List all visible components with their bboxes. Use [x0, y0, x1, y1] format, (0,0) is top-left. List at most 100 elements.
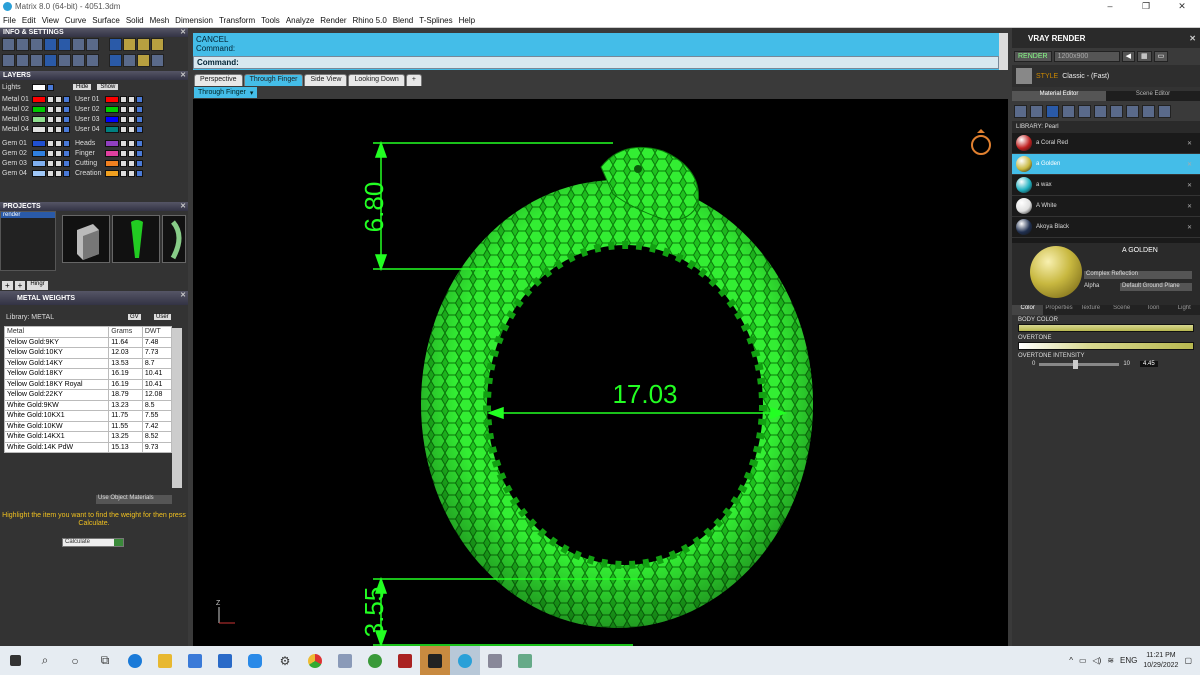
layer-color-swatch[interactable] [32, 105, 46, 113]
table-row[interactable]: Yellow Gold:18KY 16.19 10.41 [3, 368, 173, 380]
filter-tool-icon[interactable] [58, 54, 71, 67]
tab-color[interactable]: Color [1012, 305, 1044, 315]
layer-row[interactable]: Metal 04 [2, 124, 71, 134]
layer-row[interactable]: Gem 04 [2, 168, 71, 178]
menu-mesh[interactable]: Mesh [150, 16, 170, 25]
car-tool-icon[interactable] [30, 38, 43, 51]
layer-row[interactable]: User 02 [75, 104, 144, 114]
layer-visible-toggle[interactable] [128, 95, 135, 103]
material-tool-9-icon[interactable] [1142, 104, 1155, 118]
cube-tool-icon[interactable] [44, 38, 57, 51]
app-4-icon[interactable] [420, 646, 450, 675]
layer-color-swatch[interactable] [105, 169, 119, 177]
layer-visible-toggle[interactable] [55, 139, 62, 147]
table-row[interactable]: Yellow Gold:18KY Royal 16.19 10.41 [3, 378, 173, 390]
project-thumb-3[interactable] [162, 215, 186, 263]
lights-toggle[interactable] [47, 83, 54, 91]
layer-row[interactable]: Metal 03 [2, 114, 71, 124]
material-tool-6-icon[interactable] [1094, 104, 1107, 118]
maximize-button[interactable]: ❐ [1128, 1, 1164, 12]
material-tool-5-icon[interactable] [1078, 104, 1091, 118]
menu-render[interactable]: Render [320, 16, 346, 25]
material-item[interactable]: Akoya Black ✕ [1012, 217, 1200, 238]
material-item[interactable]: a Coral Red ✕ [1012, 133, 1200, 154]
grid-icon[interactable]: ▦ [1136, 51, 1152, 62]
command-input[interactable]: Command: [193, 56, 999, 69]
layer-select-toggle[interactable] [136, 95, 143, 103]
intensity-value[interactable]: 4.45 [1140, 361, 1158, 367]
layer-visible-toggle[interactable] [55, 149, 62, 157]
app-6-icon[interactable] [510, 646, 540, 675]
layer-select-toggle[interactable] [136, 115, 143, 123]
close-button[interactable]: ✕ [1164, 1, 1200, 12]
menu-file[interactable]: File [3, 16, 16, 25]
project-thumb-2[interactable] [112, 215, 160, 263]
layer-lock-toggle[interactable] [120, 95, 127, 103]
layer-visible-toggle[interactable] [55, 115, 62, 123]
layer-lock-toggle[interactable] [47, 105, 54, 113]
menu-edit[interactable]: Edit [22, 16, 36, 25]
minimize-button[interactable]: – [1092, 1, 1128, 12]
table-row[interactable]: White Gold:9KW 13.23 8.5 [3, 399, 173, 411]
layer-visible-toggle[interactable] [128, 115, 135, 123]
clock[interactable]: 11:21 PM 10/29/2022 [1143, 651, 1178, 671]
viewport-label[interactable]: Through Finger ▾ [194, 87, 258, 98]
layer-row[interactable]: Creation [75, 168, 144, 178]
chevron-down-icon[interactable]: ▾ [250, 89, 254, 97]
ground-plane-dropdown[interactable]: Default Ground Plane [1120, 283, 1192, 291]
viewport-3d[interactable]: 6.80 17.03 3.55 Z [193, 99, 1008, 648]
layer-select-toggle[interactable] [63, 105, 70, 113]
material-item[interactable]: a Golden ✕ [1012, 154, 1200, 175]
star-tool-icon[interactable] [123, 54, 136, 67]
tab-texture[interactable]: Texture [1075, 305, 1106, 315]
table-row[interactable]: White Gold:14KX1 13.25 8.52 [3, 431, 173, 443]
table-row[interactable]: Yellow Gold:22KY 18.79 12.08 [3, 389, 173, 401]
tab-properties[interactable]: Properties [1043, 305, 1074, 315]
search-icon[interactable]: ⌕ [30, 646, 60, 675]
layer-select-toggle[interactable] [136, 159, 143, 167]
remove-material-icon[interactable]: ✕ [1187, 224, 1192, 231]
mesh-tool-icon[interactable] [44, 54, 57, 67]
table-scrollbar[interactable] [172, 328, 182, 488]
ring-view-icon[interactable] [971, 129, 991, 155]
remove-material-icon[interactable]: ✕ [1187, 140, 1192, 147]
layer-row[interactable]: Gem 01 [2, 138, 71, 148]
store-icon[interactable] [180, 646, 210, 675]
intensity-slider[interactable] [1039, 359, 1120, 369]
material-tool-4-icon[interactable] [1062, 104, 1075, 118]
close-icon[interactable]: ✕ [180, 202, 186, 210]
menu-tools[interactable]: Tools [261, 16, 280, 25]
body-color-slider[interactable] [1018, 324, 1194, 332]
language-indicator[interactable]: ENG [1120, 656, 1137, 665]
layer-lock-toggle[interactable] [47, 169, 54, 177]
settings-tool-icon[interactable] [2, 38, 15, 51]
tab-through-finger[interactable]: Through Finger [243, 74, 304, 86]
remove-material-icon[interactable]: ✕ [1187, 203, 1192, 210]
close-icon[interactable]: ✕ [180, 291, 186, 299]
matrix-app-icon[interactable] [450, 646, 480, 675]
add-project-button[interactable]: + [2, 281, 13, 290]
layer-color-swatch[interactable] [32, 159, 46, 167]
layer-row[interactable]: Metal 01 [2, 94, 71, 104]
layer-select-toggle[interactable] [63, 115, 70, 123]
layer-select-toggle[interactable] [63, 169, 70, 177]
layer-lock-toggle[interactable] [47, 95, 54, 103]
resolution-field[interactable]: 1200x900 [1053, 51, 1120, 62]
tab-light[interactable]: Light [1169, 305, 1200, 315]
layer-color-swatch[interactable] [32, 149, 46, 157]
menu-tsplines[interactable]: T-Splines [419, 16, 452, 25]
layer-lock-toggle[interactable] [120, 169, 127, 177]
close-icon[interactable]: ✕ [180, 71, 186, 79]
menu-rhino[interactable]: Rhino 5.0 [353, 16, 387, 25]
layer-color-swatch[interactable] [32, 115, 46, 123]
menu-curve[interactable]: Curve [65, 16, 86, 25]
app-3-icon[interactable] [390, 646, 420, 675]
sphere-tool-icon[interactable] [109, 54, 122, 67]
panel-b-icon[interactable] [137, 38, 150, 51]
layer-visible-toggle[interactable] [55, 169, 62, 177]
mail-icon[interactable] [210, 646, 240, 675]
show-button[interactable]: Show [97, 84, 119, 90]
panel-a-icon[interactable] [123, 38, 136, 51]
layer-row[interactable]: User 01 [75, 94, 144, 104]
intensity-slider-knob[interactable] [1072, 359, 1078, 369]
